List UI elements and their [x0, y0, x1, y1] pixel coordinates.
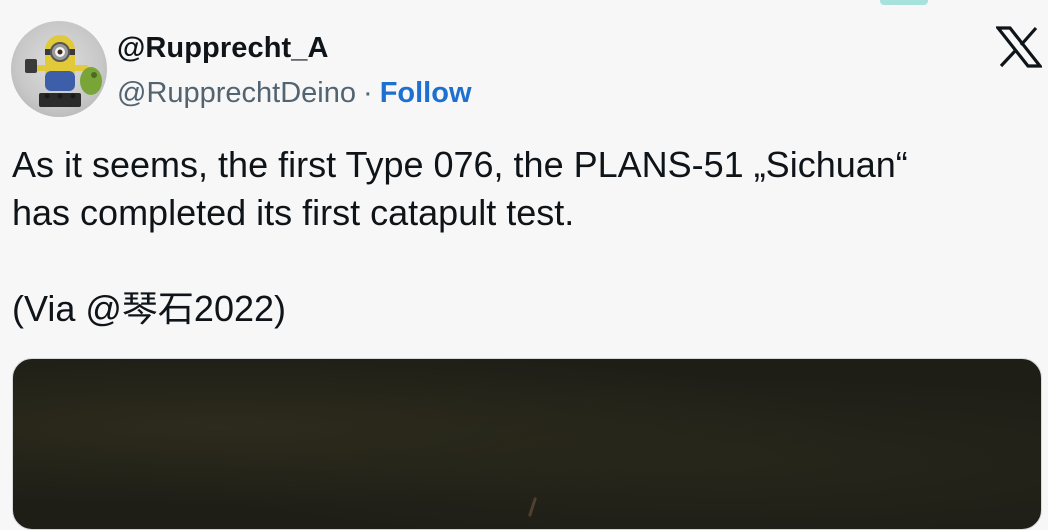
author-display-name[interactable]: @Rupprecht_A [117, 30, 329, 66]
x-logo-icon[interactable] [996, 26, 1042, 68]
tweet-text-via: (Via @琴石2022) [12, 288, 286, 329]
handle-separator: · [363, 77, 373, 109]
author-handle-line: @RupprechtDeino · Follow [117, 75, 472, 111]
avatar[interactable] [11, 21, 107, 117]
top-accent-bar [880, 0, 928, 5]
minion-avatar-icon [25, 35, 102, 107]
photo-detail [527, 497, 538, 517]
tweet-media-photo[interactable] [12, 358, 1042, 530]
tweet-text: As it seems, the first Type 076, the PLA… [12, 141, 1032, 333]
tweet-text-line-2: has completed its first catapult test. [12, 192, 575, 233]
author-handle[interactable]: @RupprechtDeino [117, 77, 356, 109]
follow-button[interactable]: Follow [380, 77, 472, 109]
tweet-text-line-1: As it seems, the first Type 076, the PLA… [12, 144, 908, 185]
